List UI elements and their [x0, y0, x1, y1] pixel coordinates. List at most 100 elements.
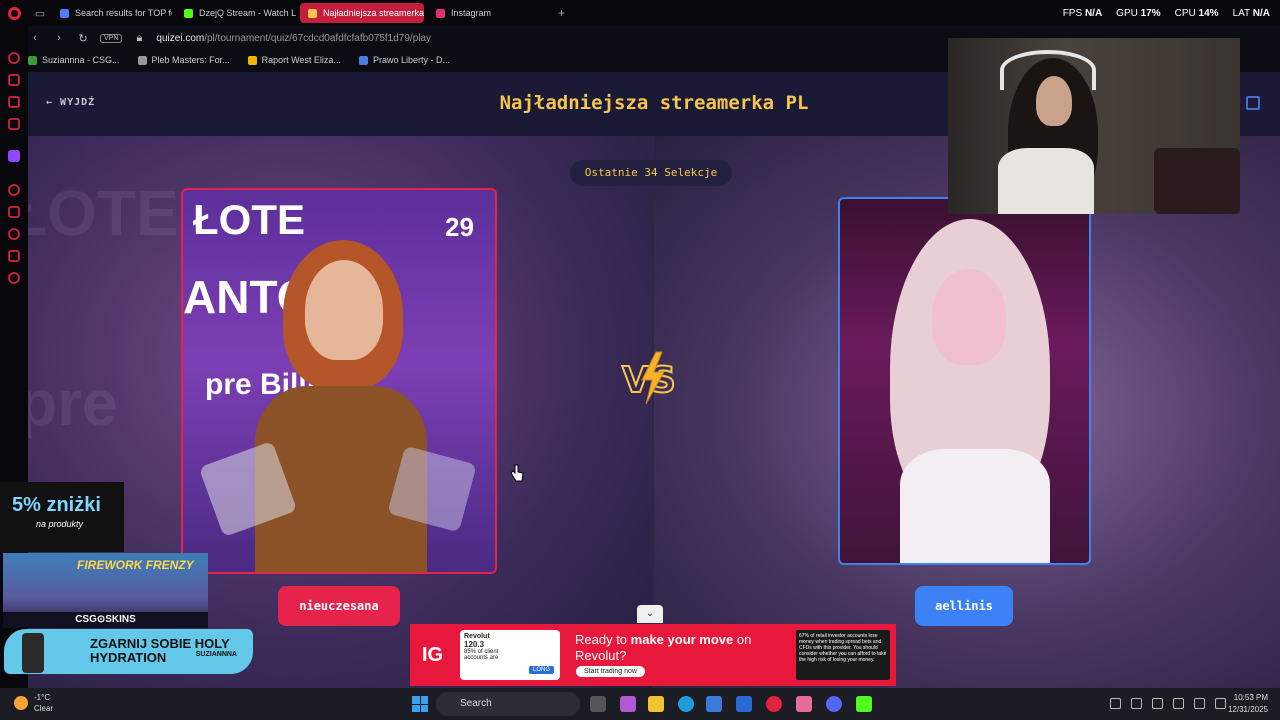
sidebar-bag-icon[interactable] [8, 74, 20, 86]
sidebar-aria-icon[interactable] [8, 52, 20, 64]
promo-subtext: na produkty [36, 519, 84, 529]
discord-icon[interactable] [826, 696, 842, 712]
sidebar-mail-icon[interactable] [8, 118, 20, 130]
weather-icon [14, 696, 28, 710]
fullscreen-icon[interactable] [1246, 96, 1260, 110]
ad-headline: Ready to make your move on Revolut? [575, 632, 752, 663]
address-bar: ‹ › ↻ VPN 🔒︎ quizei.com/pl/tournament/qu… [28, 28, 948, 48]
candidate-photo-face [932, 269, 1006, 365]
card-sign-text: ŁOTE [193, 196, 305, 243]
card-sign-number: 29 [445, 212, 474, 242]
bookmark-label: Suziannna - CSG... [42, 55, 120, 65]
sidebar-extensions-icon[interactable] [8, 250, 20, 262]
outlook-icon[interactable] [736, 696, 752, 712]
ad-card-value: 120.3 [464, 640, 485, 649]
tray-chevron-icon[interactable] [1110, 698, 1121, 709]
background-sign-text: ŁOTE [28, 177, 179, 249]
kick-favicon-icon [184, 8, 193, 18]
bookmark-prawo-liberty[interactable]: Prawo Liberty - D... [358, 55, 450, 65]
tray-wifi-icon[interactable] [1194, 698, 1205, 709]
tab-label: DzejQ Stream - Watch Liv… [199, 8, 296, 18]
candidate-photo-face [305, 260, 383, 360]
versus-icon: VS [620, 350, 684, 406]
chevron-down-icon[interactable]: ⌄ [637, 605, 663, 623]
system-tray [1110, 698, 1226, 709]
instagram-favicon-icon [436, 8, 445, 18]
weather-widget[interactable]: -1°C Clear [14, 692, 53, 714]
opera-logo-icon[interactable] [0, 0, 28, 26]
ad-trade-card: Revolut 120.3 85% of client accounts are… [460, 630, 560, 680]
lat-readout: LAT N/A [1232, 7, 1270, 19]
vote-right-button[interactable]: aellinis [915, 586, 1013, 626]
bookmark-suziannna[interactable]: Suziannna - CSG... [28, 55, 120, 65]
streamer-top [998, 148, 1094, 214]
weather-desc: Clear [34, 704, 54, 713]
ad-card-note: 85% of client accounts are [464, 649, 499, 661]
clock[interactable]: 10:53 PM 12/31/2025 [1228, 692, 1268, 716]
tray-display-icon[interactable] [1173, 698, 1184, 709]
bookmark-label: Raport West Eliza... [261, 55, 341, 65]
sidebar-messenger-icon[interactable] [8, 96, 20, 108]
lock-icon: 🔒︎ [136, 31, 143, 44]
tray-volume-icon[interactable] [1215, 698, 1226, 709]
tab-kick-stream[interactable]: DzejQ Stream - Watch Liv… [176, 3, 296, 23]
hydration-promo: ZGARNIJ SOBIE HOLY HYDRATION SUZIANNNA [4, 629, 253, 674]
file-explorer-icon[interactable] [648, 696, 664, 712]
bookmark-raport[interactable]: Raport West Eliza... [247, 55, 341, 65]
ad-long-badge: LONG [528, 666, 554, 674]
bookmark-favicon-icon [137, 55, 147, 65]
bookmark-pleb-masters[interactable]: Pleb Masters: For... [137, 55, 230, 65]
bookmark-favicon-icon [247, 55, 257, 65]
forward-icon[interactable]: › [52, 32, 66, 44]
store-icon[interactable] [706, 696, 722, 712]
bookmark-label: Prawo Liberty - D... [372, 55, 450, 65]
sidebar-player-icon[interactable] [8, 184, 20, 196]
windows-taskbar: -1°C Clear Search 10:53 PM 12/31/2025 [0, 688, 1280, 720]
tab-instagram[interactable]: Instagram [428, 3, 548, 23]
vpn-badge[interactable]: VPN [100, 33, 123, 43]
search-favicon-icon [60, 8, 69, 18]
ad-banner[interactable]: IG Revolut 120.3 85% of client accounts … [410, 624, 896, 686]
clock-time: 10:53 PM [1233, 693, 1268, 702]
bookmark-favicon-icon [358, 55, 368, 65]
gpu-readout: GPU 17% [1116, 7, 1161, 19]
tab-search-results[interactable]: Search results for TOP fe… [52, 3, 172, 23]
fps-readout: FPS N/A [1062, 7, 1103, 19]
cpu-readout: CPU 14% [1174, 7, 1219, 19]
opera-taskbar-icon[interactable] [766, 696, 782, 712]
ad-brand-logo: IG [422, 644, 444, 666]
sidebar-twitch-icon[interactable] [8, 150, 20, 162]
reload-icon[interactable]: ↻ [76, 32, 90, 45]
candidate-photo-top [900, 449, 1050, 563]
windows-start-icon[interactable] [412, 696, 428, 712]
left-candidate-card[interactable]: ŁOTE 29 ANTOSŁ pre Billi [181, 188, 497, 574]
kick-app-icon[interactable] [856, 696, 872, 712]
new-tab-button[interactable]: + [558, 6, 565, 20]
bookmark-label: Pleb Masters: For... [151, 55, 230, 65]
edge-icon[interactable] [678, 696, 694, 712]
taskbar-search[interactable]: Search [436, 692, 580, 716]
tray-mic-icon[interactable] [1152, 698, 1163, 709]
game-promo: FIREWORK FRENZY CSG⊙SKINS [3, 553, 208, 628]
promo-discount-text: 5% zniżki [12, 494, 101, 516]
ad-cta-button[interactable]: Start trading now [576, 666, 645, 677]
webcam-overlay [948, 38, 1240, 214]
sidebar-play-icon[interactable] [8, 206, 20, 218]
ad-risk-warning: 67% of retail investor accounts lose mon… [796, 630, 890, 680]
task-view-icon[interactable] [590, 696, 606, 712]
url-field[interactable]: quizei.com/pl/tournament/quiz/67cdcd0afd… [156, 33, 431, 44]
tab-label: Instagram [451, 8, 492, 18]
tab-quiz-active[interactable]: Najładniejsza streamerka… [300, 3, 424, 23]
chair-background [1154, 148, 1240, 214]
copilot-icon[interactable] [620, 696, 636, 712]
vote-left-button[interactable]: nieuczesana [278, 586, 400, 626]
tab-label: Najładniejsza streamerka… [323, 8, 424, 18]
right-candidate-card[interactable] [838, 197, 1091, 565]
sidebar-history-icon[interactable] [8, 228, 20, 240]
clock-date: 12/31/2025 [1227, 705, 1268, 714]
tab-menu-icon[interactable]: ▭ [28, 7, 52, 20]
sidebar-settings-icon[interactable] [8, 272, 20, 284]
snipping-tool-icon[interactable] [796, 696, 812, 712]
back-icon[interactable]: ‹ [28, 32, 42, 44]
tray-network-icon[interactable] [1131, 698, 1142, 709]
